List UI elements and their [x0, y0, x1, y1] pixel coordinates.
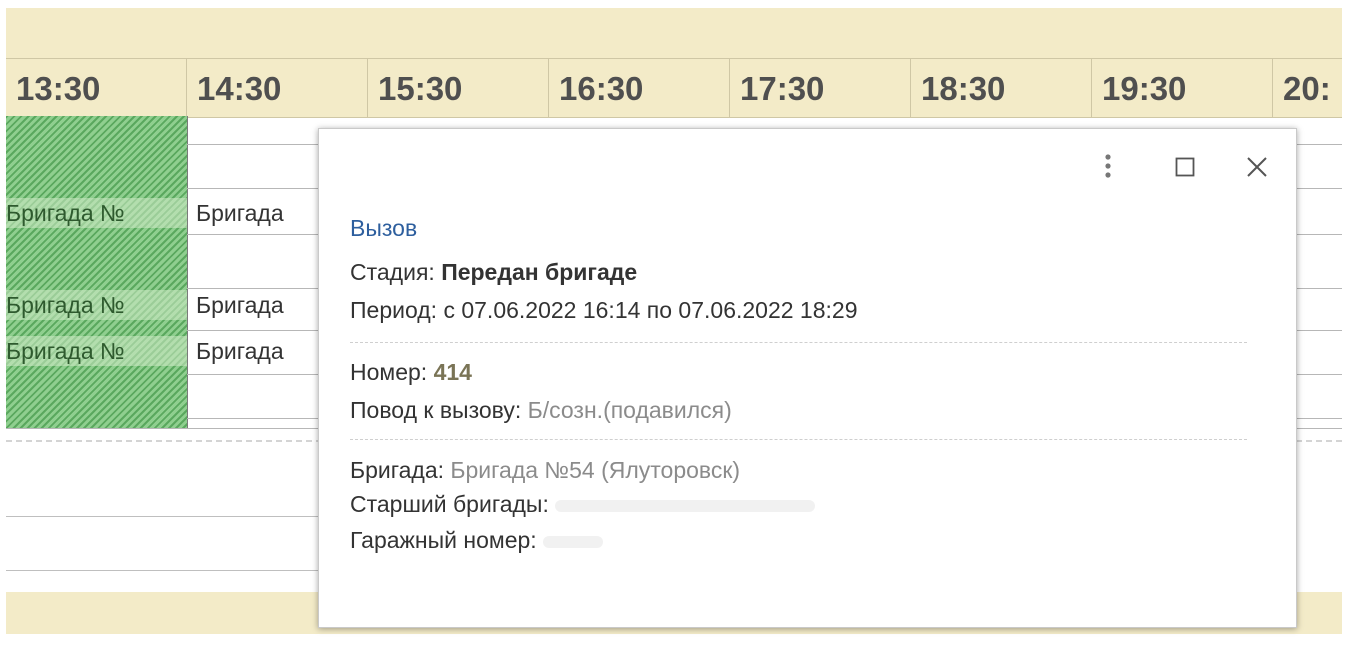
popup-title-link[interactable]: Вызов: [350, 215, 417, 242]
stage-value: Передан бригаде: [441, 259, 638, 285]
stage-line: Стадия: Передан бригаде: [350, 259, 637, 286]
grid-line: [6, 516, 318, 517]
brigade-label[interactable]: Бригада: [196, 336, 318, 366]
brigade-label[interactable]: Бригада: [196, 198, 318, 228]
time-header-cell: 19:30: [1092, 59, 1273, 117]
senior-label: Старший бригады:: [350, 491, 549, 517]
time-header-cell: 18:30: [911, 59, 1092, 117]
garage-label: Гаражный номер:: [350, 527, 537, 553]
brigade-line: Бригада: Бригада №54 (Ялуторовск): [350, 457, 740, 484]
brigade-value[interactable]: Бригада №54 (Ялуторовск): [450, 457, 740, 483]
number-label: Номер:: [350, 359, 428, 385]
popup-separator: [350, 439, 1247, 440]
time-header-cell: 20:: [1283, 70, 1331, 107]
time-header-row: 13:30 14:30 15:30 16:30 17:30 18:30 19:3…: [6, 58, 1342, 118]
more-vertical-icon[interactable]: [1090, 149, 1126, 185]
brigade-busy-label[interactable]: Бригада №: [6, 290, 187, 320]
time-header-cell: 14:30: [187, 59, 368, 117]
senior-line: Старший бригады:: [350, 491, 816, 518]
garage-line: Гаражный номер:: [350, 527, 604, 554]
brigade-label[interactable]: Бригада: [196, 290, 318, 320]
period-line: Период: с 07.06.2022 16:14 по 07.06.2022…: [350, 297, 858, 324]
scheduler-top-band: [6, 8, 1342, 58]
number-line: Номер: 414: [350, 359, 472, 386]
brigade-busy-label[interactable]: Бригада №: [6, 336, 187, 366]
redacted-value: [543, 535, 604, 548]
close-icon[interactable]: [1239, 149, 1275, 185]
time-header-cell: 16:30: [549, 59, 730, 117]
time-header-cell: 13:30: [6, 59, 187, 117]
call-details-popup: Вызов Стадия: Передан бригаде Период: с …: [318, 128, 1297, 628]
time-header-cell: 17:30: [730, 59, 911, 117]
maximize-icon[interactable]: [1167, 149, 1203, 185]
stage-label: Стадия:: [350, 259, 435, 285]
number-value: 414: [433, 359, 472, 385]
brigade-label-text: Бригада:: [350, 457, 445, 483]
period-label: Период:: [350, 297, 438, 323]
time-header-cell: 15:30: [368, 59, 549, 117]
busy-interval-block[interactable]: [6, 116, 188, 428]
reason-label: Повод к вызову:: [350, 397, 522, 423]
reason-line: Повод к вызову: Б/созн.(подавился): [350, 397, 732, 424]
reason-value: Б/созн.(подавился): [527, 397, 732, 423]
period-value: с 07.06.2022 16:14 по 07.06.2022 18:29: [443, 297, 858, 323]
popup-separator: [350, 342, 1247, 343]
brigade-busy-label[interactable]: Бригада №: [6, 198, 187, 228]
redacted-value: [555, 499, 816, 512]
grid-line: [6, 570, 318, 571]
